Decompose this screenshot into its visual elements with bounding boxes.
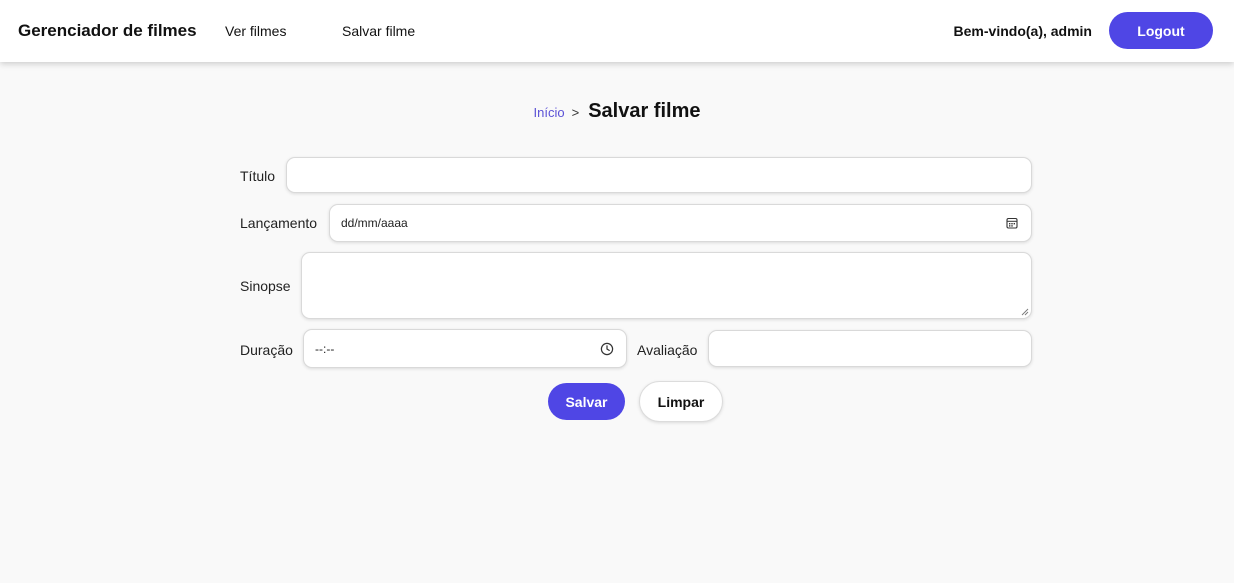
breadcrumb: Início > Salvar filme	[0, 100, 1234, 123]
duracao-time-input[interactable]: --:--	[303, 329, 627, 368]
duracao-label: Duração	[240, 342, 293, 358]
clear-button[interactable]: Limpar	[639, 381, 723, 422]
lancamento-date-input[interactable]: dd/mm/aaaa	[329, 204, 1032, 242]
nav-link-ver-filmes[interactable]: Ver filmes	[225, 23, 286, 39]
avaliacao-label: Avaliação	[637, 342, 698, 358]
titulo-label: Título	[240, 168, 276, 184]
app-brand[interactable]: Gerenciador de filmes	[18, 21, 197, 41]
duracao-placeholder: --:--	[315, 341, 335, 356]
lancamento-label: Lançamento	[240, 215, 318, 231]
lancamento-placeholder: dd/mm/aaaa	[341, 216, 408, 230]
avaliacao-input[interactable]	[708, 330, 1032, 367]
nav-link-salvar-filme[interactable]: Salvar filme	[342, 23, 415, 39]
clock-icon[interactable]	[600, 342, 614, 356]
welcome-text: Bem-vindo(a), admin	[953, 23, 1092, 39]
titulo-input[interactable]	[286, 157, 1032, 193]
sinopse-label: Sinopse	[240, 278, 291, 294]
page-title: Salvar filme	[588, 100, 701, 122]
breadcrumb-separator: >	[571, 105, 580, 120]
top-navbar: Gerenciador de filmes Ver filmes Salvar …	[0, 0, 1234, 62]
resize-grip-icon[interactable]	[1021, 308, 1029, 316]
logout-button[interactable]: Logout	[1109, 12, 1213, 49]
calendar-icon[interactable]	[1005, 216, 1019, 230]
breadcrumb-home-link[interactable]: Início	[534, 105, 565, 120]
save-button[interactable]: Salvar	[548, 383, 625, 420]
sinopse-textarea[interactable]	[301, 252, 1032, 319]
